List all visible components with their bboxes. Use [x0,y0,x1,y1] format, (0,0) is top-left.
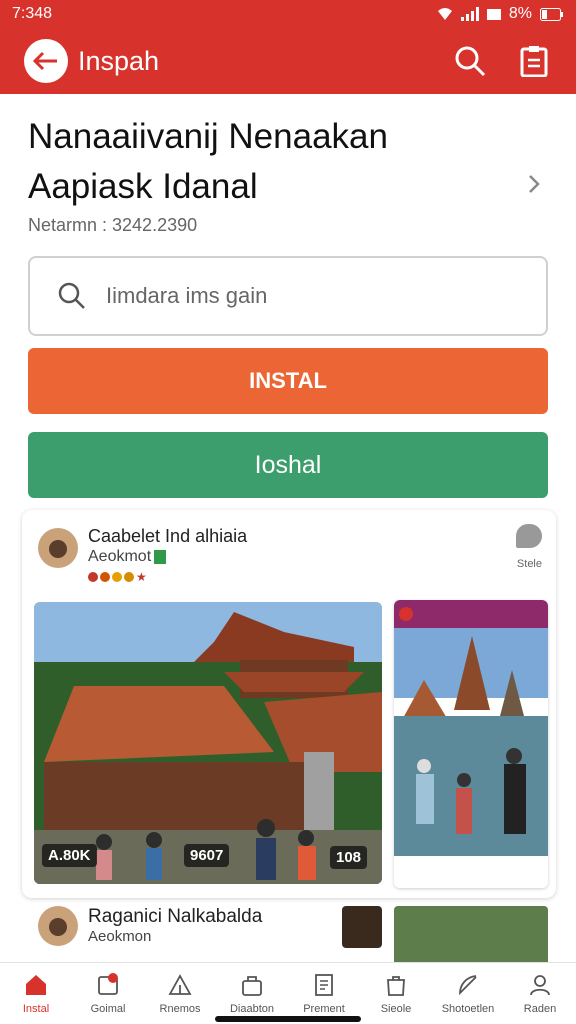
post-card[interactable]: Caabelet Ind alhiaia Aeokmot ★ Stele A.8… [22,510,556,898]
search-icon [58,282,85,309]
overlay-stat-right: 108 [330,846,368,869]
battery-percent: 8% [508,5,532,22]
rating-dots: ★ [88,570,147,584]
overlay-stat-mid: 9607 [184,844,230,867]
signal-icon [460,7,479,21]
document-icon [315,974,333,996]
comment-icon[interactable] [516,524,542,548]
star-icon: ★ [136,570,147,584]
rating-dot [112,572,122,582]
shopping-bag-icon [387,976,405,996]
rating-dot [124,572,134,582]
notification-icon [486,9,501,20]
clipboard-icon[interactable] [520,45,548,77]
page-title: Nanaaiivanij Nenaakan Aapiask Idanal [28,112,508,212]
bag-icon [242,976,262,996]
profile-icon [530,975,550,996]
page-title-line1: Nanaaiivanij Nenaakan [28,117,388,156]
thumbnail[interactable] [342,906,382,948]
version-text: Netarmn : 3242.2390 [28,215,198,235]
wifi-icon [437,8,452,20]
status-bar: 7:348 8% [0,0,576,28]
nav-label: Raden [523,1003,557,1015]
app-bar: Inspah [0,28,576,94]
status-time: 7:348 [12,5,53,22]
secondary-button[interactable]: Ioshal [28,432,548,498]
back-arrow-icon [33,51,57,71]
page-title-line2: Aapiask Idanal [28,167,258,206]
nav-item-shotoetlen[interactable]: Shotoetlen [432,963,504,1024]
app-title: Inspah [78,45,160,76]
chevron-right-icon[interactable] [526,172,544,196]
card-subtitle: Aeokmot [88,548,167,566]
temple-illustration [34,602,382,884]
row2-title: Raganici Nalkabalda [88,906,263,927]
nav-label: Goimal [90,1003,126,1015]
nav-label: Shotoetlen [441,1003,495,1015]
feather-icon [459,975,477,996]
nav-label: Rnemos [159,1003,201,1015]
card-title: Caabelet Ind alhiaia [88,526,248,546]
search-input[interactable]: Iimdara ims gain [28,256,548,336]
nav-item-raden[interactable]: Raden [504,963,576,1024]
rating-dot [100,572,110,582]
app-screenshot-preview[interactable] [394,600,548,888]
rating-dot [88,572,98,582]
pagoda-illustration [394,600,548,888]
nav-label: Diaabton [229,1003,275,1015]
home-indicator [215,1016,361,1022]
battery-icon [540,7,563,21]
home-icon [26,975,46,995]
nav-label: Sieole [380,1003,412,1015]
nav-label: Instal [22,1003,50,1015]
nav-item-prement[interactable]: Prement [288,963,360,1024]
nav-item-sieole[interactable]: Sieole [360,963,432,1024]
back-button[interactable] [24,39,68,83]
avatar [38,528,78,568]
notification-icon [98,973,118,995]
install-button[interactable]: INSTAL [28,348,548,414]
search-placeholder: Iimdara ims gain [106,283,268,308]
temple-photo[interactable]: A.80K 9607 108 [34,602,382,884]
nav-label: Prement [303,1003,345,1015]
thumbnail[interactable] [394,906,548,962]
card-subtitle-text: Aeokmot [88,548,152,565]
nav-item-instal[interactable]: Instal [0,963,72,1024]
tent-icon [168,974,192,995]
verified-badge-icon [154,549,167,564]
bottom-nav: Instal Goimal Rnemos Diaabton Prement Si… [0,962,576,1024]
row2-subtitle: Aeokmon [88,928,152,945]
overlay-stat-left: A.80K [42,844,97,867]
card-more-label: Stele [516,558,542,570]
avatar [38,906,78,946]
nav-item-rnemos[interactable]: Rnemos [144,963,216,1024]
search-icon[interactable] [454,45,486,77]
nav-item-goimal[interactable]: Goimal [72,963,144,1024]
nav-item-diaabton[interactable]: Diaabton [216,963,288,1024]
